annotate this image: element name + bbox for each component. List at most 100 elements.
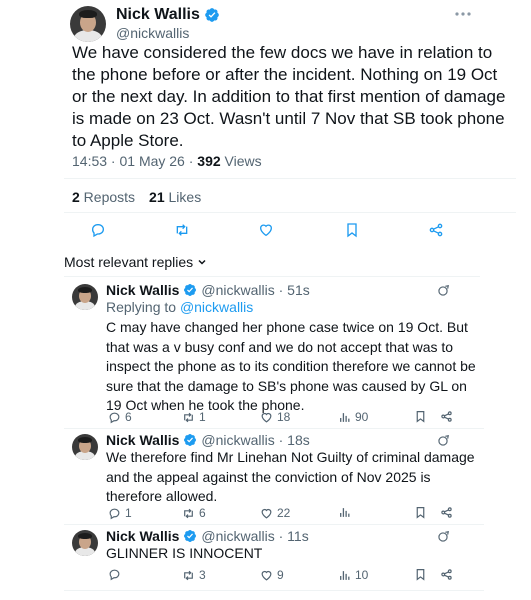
repost-button[interactable]: 1 [182,410,206,424]
replying-to-prefix: Replying to [106,299,180,315]
verified-badge-icon [204,7,220,23]
divider [64,590,484,591]
avatar[interactable] [72,530,98,556]
views-label: Views [220,153,262,169]
share-icon[interactable] [440,410,453,423]
share-icon[interactable] [440,506,453,519]
reply-handle-time[interactable]: @nickwallis · 51s [201,282,309,298]
reply-text: GLINNER IS INNOCENT [106,545,263,561]
author-name-row[interactable]: Nick Wallis [116,6,220,24]
like-icon [261,508,272,519]
like-icon [261,570,272,581]
like-count: 18 [277,410,291,424]
grok-icon[interactable] [436,434,450,448]
repost-icon [184,508,193,518]
verified-badge-icon [183,283,197,297]
more-options-icon[interactable] [455,12,471,16]
like-icon[interactable] [258,222,274,238]
repost-icon [184,570,193,580]
divider [64,178,516,179]
views-button[interactable] [338,506,355,519]
replying-to: Replying to @nickwallis [106,299,253,315]
reposts-label: Reposts [79,189,136,205]
reply-actions: 3 9 10 [106,568,456,582]
like-icon [261,412,272,423]
grok-icon[interactable] [436,530,450,544]
reply-text: C may have changed her phone case twice … [106,319,476,413]
reply-tweet[interactable]: Nick Wallis @nickwallis · 18s We therefo… [0,432,531,526]
tweet-meta: 14:53 · 01 May 26 · 392 Views [72,153,262,169]
reply-text: We therefore find Mr Linehan Not Guilty … [106,449,475,504]
views-count: 10 [355,568,369,582]
reply-handle-time[interactable]: @nickwallis · 11s [201,528,308,544]
reply-author-name[interactable]: Nick Wallis [106,528,179,544]
reply-tweet[interactable]: Nick Wallis @nickwallis · 11s GLINNER IS… [0,528,531,588]
repost-count: 3 [199,568,206,582]
reply-author-row[interactable]: Nick Wallis @nickwallis · 51s [106,282,310,298]
reply-actions: 6 1 18 90 [106,410,456,424]
reply-icon [109,569,120,581]
views-icon [340,570,350,580]
reply-button[interactable] [108,568,125,581]
views-icon [340,412,350,422]
views-icon [340,508,350,517]
reply-author-name[interactable]: Nick Wallis [106,432,179,448]
bookmark-icon[interactable] [414,568,427,581]
likes-stat[interactable]: 21 Likes [149,189,201,205]
reply-button[interactable]: 1 [108,506,132,520]
bookmark-icon[interactable] [414,410,427,423]
reply-author-row[interactable]: Nick Wallis @nickwallis · 11s [106,528,309,544]
repost-button[interactable]: 6 [182,506,206,520]
likes-count: 21 [149,189,165,205]
divider [64,276,480,277]
views-button[interactable]: 90 [338,410,368,424]
author-handle[interactable]: @nickwallis [116,25,189,41]
reply-author-name[interactable]: Nick Wallis [106,282,179,298]
repost-icon [184,412,193,422]
divider [64,524,484,525]
reply-actions: 1 6 22 [106,506,456,520]
views-button[interactable]: 10 [338,568,368,582]
reply-icon[interactable] [90,222,106,238]
repost-count: 1 [199,410,206,424]
reply-handle-time[interactable]: @nickwallis · 18s [201,432,309,448]
divider [64,212,516,213]
views-count: 90 [355,410,369,424]
bookmark-icon[interactable] [414,506,427,519]
grok-icon[interactable] [436,284,450,298]
reposts-stat[interactable]: 2 Reposts [72,189,135,205]
verified-badge-icon [183,433,197,447]
reply-sort-dropdown[interactable]: Most relevant replies [64,254,207,270]
reply-tweet[interactable]: Nick Wallis @nickwallis · 51s Replying t… [0,282,531,428]
repost-button[interactable]: 3 [182,568,206,582]
avatar[interactable] [72,284,98,310]
reply-author-row[interactable]: Nick Wallis @nickwallis · 18s [106,432,310,448]
author-name[interactable]: Nick Wallis [116,6,200,24]
divider [64,428,484,429]
reply-sort-label: Most relevant replies [64,254,194,270]
tweet-time[interactable]: 14:53 · 01 May 26 · [72,153,197,169]
main-tweet: Nick Wallis @nickwallis We have consider… [0,0,531,285]
avatar[interactable] [70,6,106,42]
like-button[interactable]: 22 [260,506,290,520]
repost-count: 6 [199,506,206,520]
replying-to-handle[interactable]: @nickwallis [180,299,253,315]
repost-icon[interactable] [174,222,190,238]
like-button[interactable]: 9 [260,568,284,582]
reposts-count: 2 [72,189,80,205]
reply-count: 6 [125,410,132,424]
like-count: 22 [277,506,291,520]
views-count: 392 [197,153,221,169]
reply-icon [109,508,120,519]
bookmark-icon[interactable] [344,222,360,238]
verified-badge-icon [183,529,197,543]
chevron-down-icon [197,257,207,267]
share-icon[interactable] [440,568,453,581]
reply-icon [109,412,120,423]
tweet-stats: 2 Reposts 21 Likes [72,189,201,205]
share-icon[interactable] [428,222,444,238]
like-button[interactable]: 18 [260,410,290,424]
tweet-text: We have considered the few docs we have … [72,43,506,150]
avatar[interactable] [72,434,98,460]
reply-button[interactable]: 6 [108,410,132,424]
